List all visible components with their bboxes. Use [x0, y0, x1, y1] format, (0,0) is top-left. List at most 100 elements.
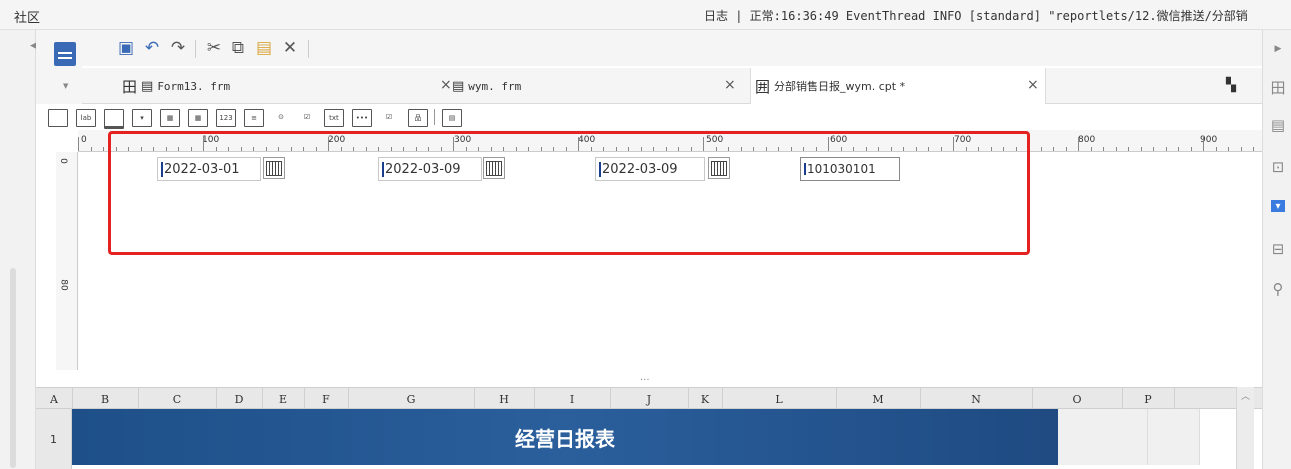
main-toolbar: ▣ ↶ ↷ ✂ ⧉ ▤ ✕ — [82, 30, 1262, 66]
column-header-k[interactable]: K — [688, 388, 723, 410]
copy-icon[interactable]: ⧉ — [228, 38, 248, 58]
link-icon[interactable]: ⚲ — [1269, 280, 1287, 298]
resize-handle[interactable]: ... — [640, 372, 650, 383]
delete-icon[interactable]: ✕ — [280, 38, 300, 58]
tab-list-icon[interactable]: ▚ — [1226, 78, 1236, 93]
toolbar-divider — [195, 40, 196, 58]
ruler-tick — [1141, 147, 1142, 151]
column-header-b[interactable]: B — [72, 388, 139, 410]
more-widgets-icon[interactable]: ▤ — [442, 109, 462, 127]
column-header-j[interactable]: J — [610, 388, 689, 410]
column-header-m[interactable]: M — [836, 388, 921, 410]
top-bar: 社区 日志 | 正常:16:36:49 EventThread INFO [st… — [0, 0, 1291, 30]
column-header-l[interactable]: L — [722, 388, 837, 410]
button-widget-icon[interactable] — [104, 109, 124, 129]
ruler-tick — [1253, 147, 1254, 151]
password-widget-icon[interactable]: ••• — [352, 109, 372, 127]
scroll-up-icon[interactable]: ︿ — [1241, 389, 1250, 402]
tool-column: ▼ — [36, 30, 82, 104]
row-number-1[interactable]: 1 — [36, 409, 72, 469]
column-header-a[interactable]: A — [36, 388, 73, 410]
cell-properties-icon[interactable]: 田 — [1269, 78, 1287, 97]
left-scrollbar[interactable] — [10, 268, 16, 468]
ruler-tick — [1216, 147, 1217, 151]
ruler-tick — [1178, 147, 1179, 151]
column-header-d[interactable]: D — [216, 388, 263, 410]
paste-icon[interactable]: ▤ — [254, 38, 274, 58]
label-widget-icon[interactable] — [48, 109, 68, 127]
ruler-tick — [1228, 147, 1229, 151]
widget-toolbar: lab ▾ ▦ ▦ 123 ≡ ⊙ ☑ txt ••• ☑ 品 ▤ — [36, 104, 1262, 130]
ruler-tick — [1103, 147, 1104, 151]
column-header-i[interactable]: I — [534, 388, 611, 410]
save-icon[interactable]: ▣ — [116, 38, 136, 58]
tab-form13[interactable]: 田 ▤ Form13. frm × — [122, 68, 462, 104]
checkbox-group-icon[interactable]: ☑ — [298, 109, 316, 125]
empty-cell-p[interactable] — [1148, 409, 1200, 465]
tab-label: Form13. frm — [157, 79, 231, 93]
frame-icon[interactable]: ⊡ — [1269, 158, 1287, 176]
empty-cell-o[interactable] — [1058, 409, 1148, 465]
toolbar-divider — [308, 40, 309, 58]
community-label[interactable]: 社区 — [14, 7, 40, 26]
undo-icon[interactable]: ↶ — [142, 38, 162, 58]
column-header-p[interactable]: P — [1122, 388, 1175, 410]
widget-settings-icon[interactable]: ▤ — [1269, 116, 1287, 134]
dropdown-widget-icon[interactable]: ▾ — [1271, 200, 1285, 212]
ruler-tick — [1153, 147, 1154, 151]
column-header-c[interactable]: C — [138, 388, 217, 410]
checkbox-widget-icon[interactable]: ☑ — [380, 109, 398, 125]
vruler-label: 0 — [57, 158, 68, 164]
combobox-widget-icon[interactable]: ▾ — [132, 109, 152, 127]
cut-icon[interactable]: ✂ — [204, 38, 224, 58]
number-widget-icon[interactable]: 123 — [216, 109, 236, 127]
column-header-e[interactable]: E — [262, 388, 305, 410]
form-icon: ▤ — [452, 78, 465, 94]
ruler-tick — [1166, 147, 1167, 151]
left-panel: ◀ — [0, 30, 37, 469]
column-header: ABCDEFGHIJKLMNOP — [36, 387, 1262, 410]
column-header-f[interactable]: F — [304, 388, 349, 410]
close-icon[interactable]: × — [440, 77, 452, 93]
column-header-n[interactable]: N — [920, 388, 1033, 410]
ruler-tick — [1191, 147, 1192, 151]
tab-label: wym. frm — [468, 79, 522, 93]
ruler-tick — [1078, 137, 1079, 151]
column-header-g[interactable]: G — [348, 388, 475, 410]
ruler-label: 0 — [81, 135, 87, 145]
right-panel: ▶ 田 ▤ ⊡ ▾ ⊟ ⚲ — [1262, 30, 1291, 469]
close-icon[interactable]: × — [724, 77, 736, 93]
close-icon[interactable]: × — [1027, 77, 1039, 93]
ruler-tick — [103, 147, 104, 151]
vertical-ruler: 0 80 — [56, 152, 78, 370]
text-label-icon[interactable]: lab — [76, 109, 96, 127]
report-icon: 囲 — [755, 77, 771, 96]
form-icon: ▤ — [141, 78, 154, 94]
form-icon: 田 — [122, 77, 138, 96]
template-icon[interactable] — [54, 42, 76, 66]
log-status: 日志 | 正常:16:36:49 EventThread INFO [stand… — [704, 9, 1248, 23]
layout-icon[interactable]: ⊟ — [1269, 240, 1287, 258]
ruler-tick — [1053, 147, 1054, 151]
ruler-tick — [1128, 147, 1129, 151]
expand-right-icon[interactable]: ▶ — [1269, 40, 1287, 58]
column-header-h[interactable]: H — [474, 388, 535, 410]
radio-group-icon[interactable]: ⊙ — [272, 109, 290, 125]
calendar-widget-icon[interactable]: ▦ — [188, 109, 208, 127]
ruler-tick — [1066, 147, 1067, 151]
text-widget-icon[interactable]: txt — [324, 109, 344, 127]
ruler-tick — [1091, 147, 1092, 151]
ruler-tick — [1241, 147, 1242, 151]
redo-icon[interactable]: ↷ — [168, 38, 188, 58]
dropdown-arrow-icon[interactable]: ▼ — [63, 82, 68, 90]
column-header-o[interactable]: O — [1032, 388, 1123, 410]
tab-wym-frm[interactable]: ▤ wym. frm × — [452, 68, 752, 104]
toolbar-divider — [434, 109, 435, 125]
textarea-widget-icon[interactable]: ≡ — [244, 109, 264, 127]
report-title-cell[interactable]: 经营日报表 — [72, 409, 1058, 465]
date-widget-icon[interactable]: ▦ — [160, 109, 180, 127]
tree-widget-icon[interactable]: 品 — [408, 109, 428, 127]
tab-report-cpt[interactable]: 囲 分部销售日报_wym. cpt * × — [750, 68, 1046, 104]
grid-scrollbar[interactable]: ︿ — [1236, 387, 1254, 469]
highlight-box — [108, 131, 1030, 255]
